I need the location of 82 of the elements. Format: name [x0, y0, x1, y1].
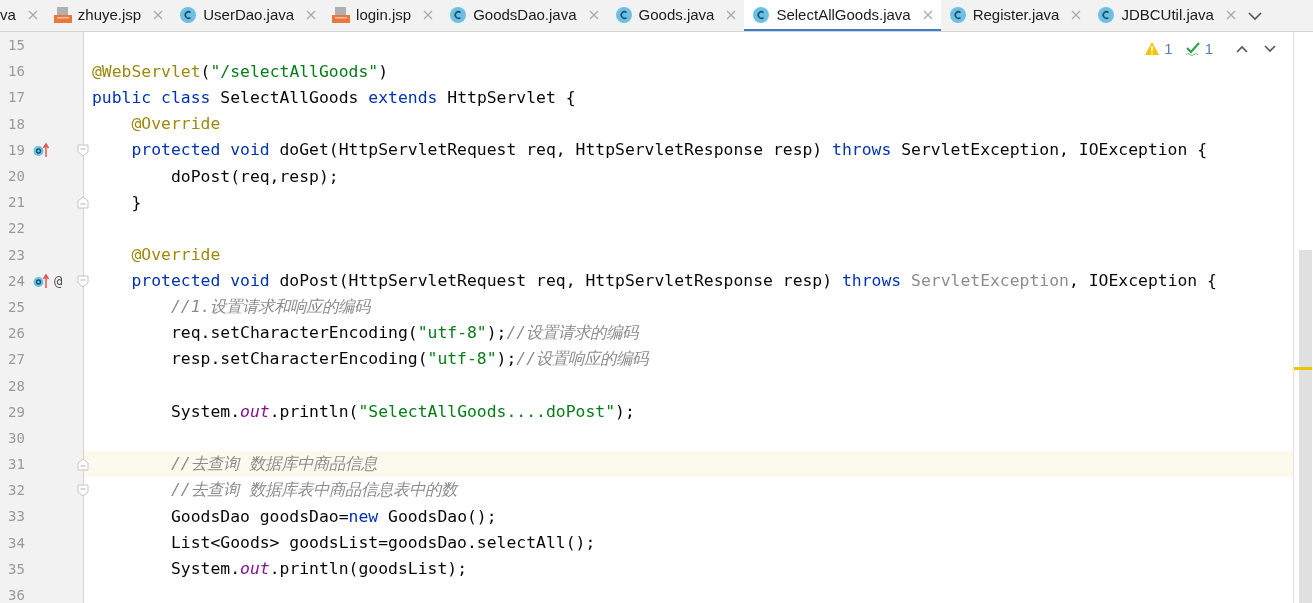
line-number: 30: [8, 429, 26, 446]
jsp-file-icon: [332, 5, 351, 24]
file-tab[interactable]: zhuye.jsp: [45, 0, 172, 31]
close-icon[interactable]: [153, 9, 164, 20]
line-number: 35: [8, 560, 26, 577]
file-tab[interactable]: login.jsp: [324, 0, 442, 31]
warning-count: 1: [1164, 40, 1173, 57]
file-tab[interactable]: JDBCUtil.java: [1089, 0, 1244, 31]
code-line: System.out.println("SelectAllGoods....doPost");: [169, 402, 635, 422]
class-file-icon: [752, 5, 771, 24]
file-tab[interactable]: UserDao.java: [171, 0, 325, 31]
code-line: req.setCharacterEncoding("utf-8");//设置请求的编码: [169, 322, 639, 345]
fold-icon[interactable]: [77, 274, 89, 288]
close-icon[interactable]: [306, 9, 317, 20]
close-icon[interactable]: [1071, 9, 1082, 20]
file-tab[interactable]: GoodsDao.java: [441, 0, 607, 31]
code-line: System.out.println(goodsList);: [169, 559, 467, 579]
fold-icon[interactable]: [77, 143, 89, 157]
file-tab[interactable]: va: [0, 0, 46, 31]
fold-icon[interactable]: [77, 458, 89, 471]
close-icon[interactable]: [922, 9, 933, 20]
gutter-mark[interactable]: @: [54, 272, 63, 289]
line-number: 34: [8, 534, 26, 551]
close-icon[interactable]: [1225, 9, 1236, 20]
code-line: protected void doPost(HttpServletRequest req, HttpServletResponse resp) throws ServletException, IOException {: [130, 271, 1217, 291]
code-line: }: [130, 192, 142, 212]
code-line: //去查询 数据库中商品信息: [169, 453, 377, 476]
line-number: 36: [8, 587, 26, 603]
warning-icon[interactable]: [1144, 41, 1161, 56]
line-number: 27: [8, 351, 26, 368]
class-file-icon: [948, 5, 967, 24]
line-number: 28: [8, 377, 26, 394]
close-icon[interactable]: [27, 9, 38, 20]
class-file-icon: [1097, 5, 1116, 24]
line-number: 26: [8, 325, 26, 342]
close-icon[interactable]: [588, 9, 599, 20]
chevron-up-icon[interactable]: [1235, 43, 1249, 54]
code-line: List<Goods> goodsList=goodsDao.selectAll();: [169, 533, 596, 553]
class-file-icon: [614, 5, 633, 24]
class-file-icon: [449, 5, 468, 24]
code-line: //去查询 数据库表中商品信息表中的数: [169, 479, 457, 502]
code-line: //1.设置请求和响应的编码: [169, 295, 371, 318]
code-line: protected void doGet(HttpServletRequest req, HttpServletResponse resp) throws ServletException, IOException {: [130, 140, 1208, 160]
line-number: 25: [8, 298, 26, 315]
line-number: 33: [8, 508, 26, 525]
warning-marker[interactable]: [1294, 367, 1312, 370]
jsp-file-icon: [53, 5, 72, 24]
line-number: 16: [8, 63, 26, 80]
line-number: 31: [8, 456, 26, 473]
code-line: @Override: [130, 245, 221, 265]
chevron-down-icon[interactable]: [1247, 10, 1262, 21]
line-number: 29: [8, 403, 26, 420]
line-number: 24: [8, 272, 26, 289]
fold-icon[interactable]: [77, 484, 89, 498]
line-number: 19: [8, 141, 26, 158]
file-tab[interactable]: Goods.java: [606, 0, 745, 31]
line-number: 21: [8, 194, 26, 211]
close-icon[interactable]: [726, 9, 737, 20]
line-number: 15: [8, 37, 26, 54]
close-icon[interactable]: [423, 9, 434, 20]
line-number: 20: [8, 168, 26, 185]
chevron-down-icon[interactable]: [1263, 43, 1277, 54]
line-number: 17: [8, 89, 26, 106]
fold-icon[interactable]: [77, 196, 89, 210]
file-tab[interactable]: SelectAllGoods.java: [744, 0, 941, 31]
check-icon[interactable]: [1184, 41, 1201, 56]
code-line: @WebServlet("/selectAllGoods"): [92, 61, 389, 81]
line-number: 23: [8, 246, 26, 263]
override-icon[interactable]: [33, 141, 49, 158]
code-line: resp.setCharacterEncoding("utf-8");//设置响应的编码: [169, 348, 649, 371]
scrollbar[interactable]: [1299, 250, 1312, 603]
line-number: 22: [8, 220, 26, 237]
class-file-icon: [179, 5, 198, 24]
code-line: @Override: [130, 114, 221, 134]
line-number: 32: [8, 482, 26, 499]
code-line: GoodsDao goodsDao=new GoodsDao();: [169, 506, 497, 526]
override-icon[interactable]: [33, 272, 49, 289]
file-tab[interactable]: Register.java: [940, 0, 1090, 31]
weak-warning-count: 1: [1204, 40, 1213, 57]
code-line: public class SelectAllGoods extends HttpServlet {: [92, 87, 576, 107]
code-line: doPost(req,resp);: [169, 166, 339, 186]
line-number: 18: [8, 115, 26, 132]
